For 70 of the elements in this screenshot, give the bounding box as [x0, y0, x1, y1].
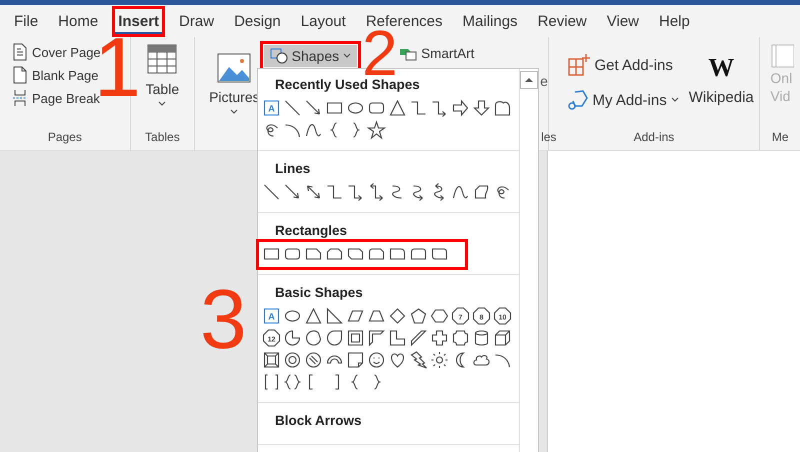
page-icon	[12, 66, 28, 84]
shape-icon[interactable]	[366, 120, 387, 140]
shape-icon[interactable]	[408, 306, 429, 326]
shape-icon[interactable]	[324, 328, 345, 348]
ribbon-tab[interactable]: Help	[655, 8, 694, 34]
video-icon	[770, 43, 794, 69]
group-label: Tables	[145, 130, 180, 144]
group-label: Me	[772, 130, 789, 144]
shape-icon[interactable]	[345, 328, 366, 348]
shape-icon[interactable]	[387, 328, 408, 348]
shape-icon[interactable]	[492, 98, 513, 118]
group-label: Pages	[48, 130, 82, 144]
shape-icon[interactable]	[387, 98, 408, 118]
button-label: e	[540, 73, 548, 89]
ribbon-tab[interactable]: View	[602, 8, 643, 34]
shape-icon[interactable]	[303, 328, 324, 348]
shape-icon[interactable]: A	[261, 306, 282, 326]
step-number: 3	[200, 288, 247, 351]
shape-icon[interactable]	[366, 350, 387, 370]
ribbon-tab[interactable]: Design	[230, 8, 285, 34]
shape-icon[interactable]	[492, 328, 513, 348]
smartart-button[interactable]: SmartArt	[399, 45, 474, 61]
table-icon	[146, 43, 178, 75]
ribbon-tab[interactable]: Review	[534, 8, 591, 34]
section-heading: Block Arrows	[274, 413, 363, 428]
shape-icon[interactable]	[366, 328, 387, 348]
scrollbar[interactable]	[519, 69, 538, 452]
section-heading: Rectangles	[274, 223, 348, 238]
shape-icon[interactable]	[303, 306, 324, 326]
shapes-icon	[270, 48, 288, 64]
shape-icon[interactable]	[282, 372, 303, 392]
shape-icon[interactable]	[282, 350, 303, 370]
shape-icon[interactable]	[408, 350, 429, 370]
shape-icon[interactable]	[471, 98, 492, 118]
ribbon-tab[interactable]: Insert	[114, 8, 164, 34]
shape-icon[interactable]: A	[261, 98, 282, 118]
get-add-ins-button[interactable]: Get Add-ins	[566, 53, 679, 77]
picture-icon	[217, 53, 252, 83]
ribbon-tab[interactable]: Mailings	[458, 8, 522, 34]
group-label: Add-ins	[634, 130, 674, 144]
scroll-up-icon[interactable]	[520, 71, 538, 89]
caret-icon	[158, 101, 166, 107]
section-heading: Lines	[274, 161, 312, 176]
shape-icon[interactable]	[345, 350, 366, 370]
shape-icon[interactable]	[450, 98, 471, 118]
shape-icon[interactable]	[408, 328, 429, 348]
group-label: les	[541, 130, 556, 144]
shape-icon[interactable]	[429, 350, 450, 370]
caret-icon	[343, 53, 352, 59]
my-add-ins-button[interactable]: My Add-ins	[566, 89, 679, 111]
shape-icon[interactable]	[429, 328, 450, 348]
shape-icon[interactable]	[387, 306, 408, 326]
ribbon-tab[interactable]: Draw	[175, 8, 218, 34]
shape-icon[interactable]	[450, 328, 471, 348]
shape-icon[interactable]	[261, 350, 282, 370]
shape-icon[interactable]	[324, 306, 345, 326]
section-heading: Basic Shapes	[274, 285, 364, 300]
wikipedia-button[interactable]: W Wikipedia	[688, 53, 754, 111]
cover-page-icon	[12, 43, 28, 61]
caret-icon	[230, 109, 238, 115]
ribbon-tab[interactable]: Layout	[296, 8, 350, 34]
ribbon-tab[interactable]: Home	[54, 8, 102, 34]
shape-icon[interactable]	[303, 350, 324, 370]
caret-icon	[670, 97, 679, 103]
add-ins-icon	[566, 89, 589, 111]
add-ins-icon	[566, 53, 591, 77]
shape-icon[interactable]	[282, 328, 303, 348]
section-heading: Recently Used Shapes	[274, 77, 421, 92]
ribbon-tab[interactable]: File	[10, 8, 42, 34]
page-break-icon	[12, 89, 28, 107]
